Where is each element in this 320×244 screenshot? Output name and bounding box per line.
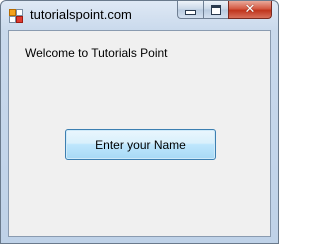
app-window: tutorialspoint.com ✕ Welcome to Tutorial… [0,0,279,244]
close-icon: ✕ [244,2,256,17]
form-client-area: Welcome to Tutorials Point Enter your Na… [8,30,271,237]
form-app-icon[interactable] [9,9,23,23]
welcome-label: Welcome to Tutorials Point [25,46,168,60]
maximize-icon [211,4,221,15]
close-button[interactable]: ✕ [228,1,272,19]
title-bar[interactable]: tutorialspoint.com ✕ [1,1,278,30]
caption-buttons: ✕ [177,1,272,20]
window-title: tutorialspoint.com [30,7,132,22]
enter-name-button[interactable]: Enter your Name [65,129,216,160]
maximize-button[interactable] [203,1,228,19]
minimize-button[interactable] [177,1,203,19]
minimize-icon [185,10,196,15]
